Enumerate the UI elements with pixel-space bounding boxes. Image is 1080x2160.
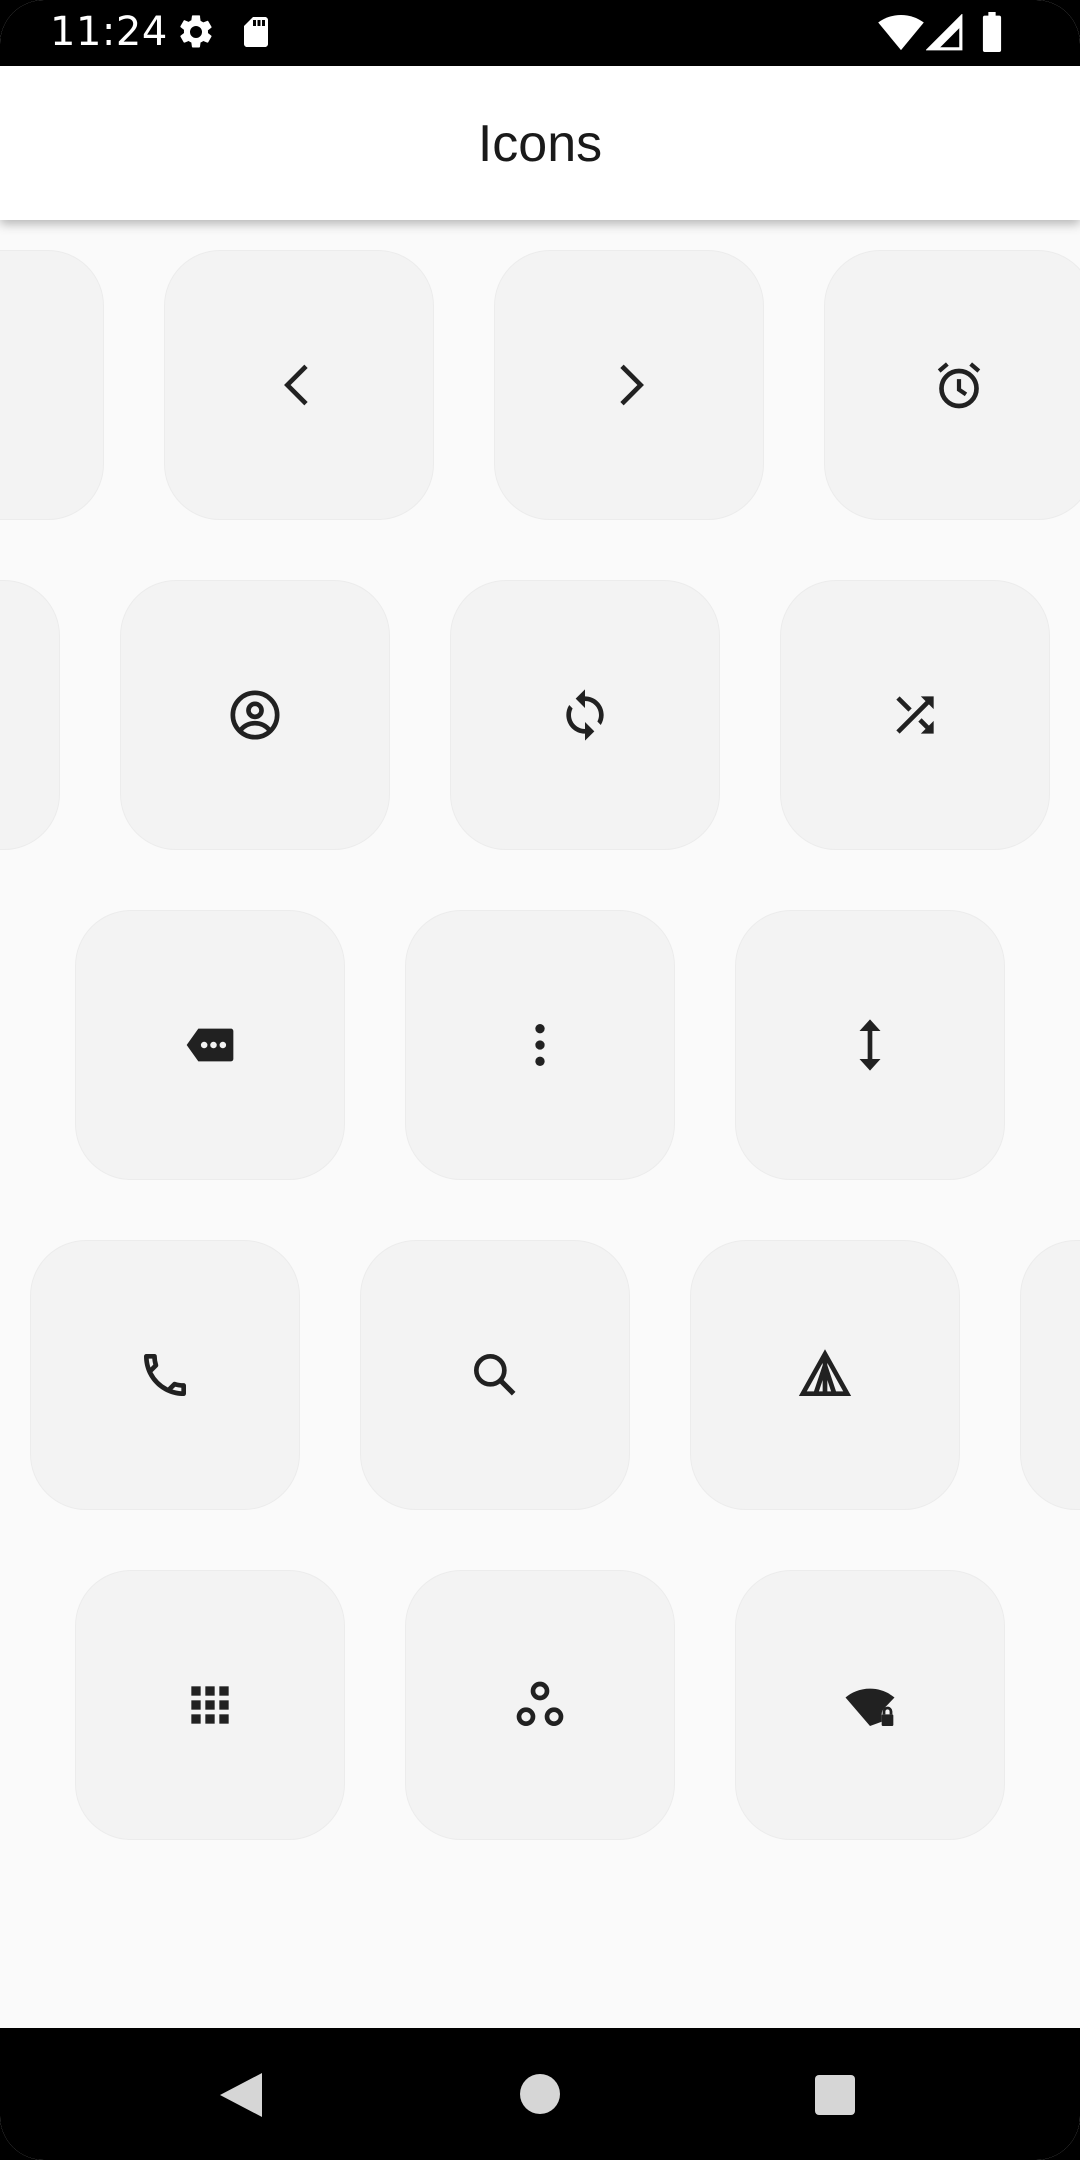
chevron-left-icon [284,364,308,406]
recents-icon[interactable] [814,2074,856,2121]
icon-tile[interactable] [75,910,345,1180]
chevron-right-icon [620,364,644,406]
workspaces-icon [516,1681,564,1726]
wifi-icon [878,14,924,57]
settings-icon [176,12,216,57]
icon-tile[interactable] [1020,1240,1080,1510]
vertical-resize-icon [859,1019,881,1071]
screen: 11:24 Icons [0,0,1080,2160]
sync-icon [566,689,604,741]
tent-icon [798,1349,852,1396]
navigation-bar [0,2028,1080,2160]
label-more-icon [186,1028,234,1062]
alarm-icon [937,362,981,409]
icon-tile[interactable] [450,580,720,850]
icon-tile[interactable] [494,250,764,520]
icon-tile[interactable] [164,250,434,520]
dialpad-icon [191,1686,229,1724]
battery-icon [980,12,1004,57]
icon-tile[interactable] [690,1240,960,1510]
icon-tile[interactable] [735,910,1005,1180]
icon-grid [0,220,1080,2028]
status-time: 11:24 [50,9,168,55]
icon-tile[interactable] [0,580,60,850]
phone-icon [144,1354,186,1396]
home-icon[interactable] [518,2072,562,2121]
signal-wifi-lock-icon [845,1688,895,1726]
icon-tile[interactable] [120,580,390,850]
icon-tile[interactable] [360,1240,630,1510]
status-bar: 11:24 [0,0,1080,66]
icon-tile[interactable] [780,580,1050,850]
search-icon [474,1354,516,1396]
account-circle-icon [230,690,280,740]
shuffle-icon [896,696,934,734]
more-vert-icon [535,1024,545,1066]
icon-tile[interactable] [30,1240,300,1510]
signal-icon [925,13,964,57]
icon-tile[interactable] [735,1570,1005,1840]
icon-tile[interactable] [0,250,104,520]
icon-tile[interactable] [824,250,1080,520]
sd-card-icon [238,12,274,57]
app-bar: Icons [0,66,1080,220]
page-title: Icons [477,115,603,173]
back-icon[interactable] [218,2071,264,2124]
icon-tile[interactable] [405,1570,675,1840]
icon-tile[interactable] [75,1570,345,1840]
icon-tile[interactable] [405,910,675,1180]
